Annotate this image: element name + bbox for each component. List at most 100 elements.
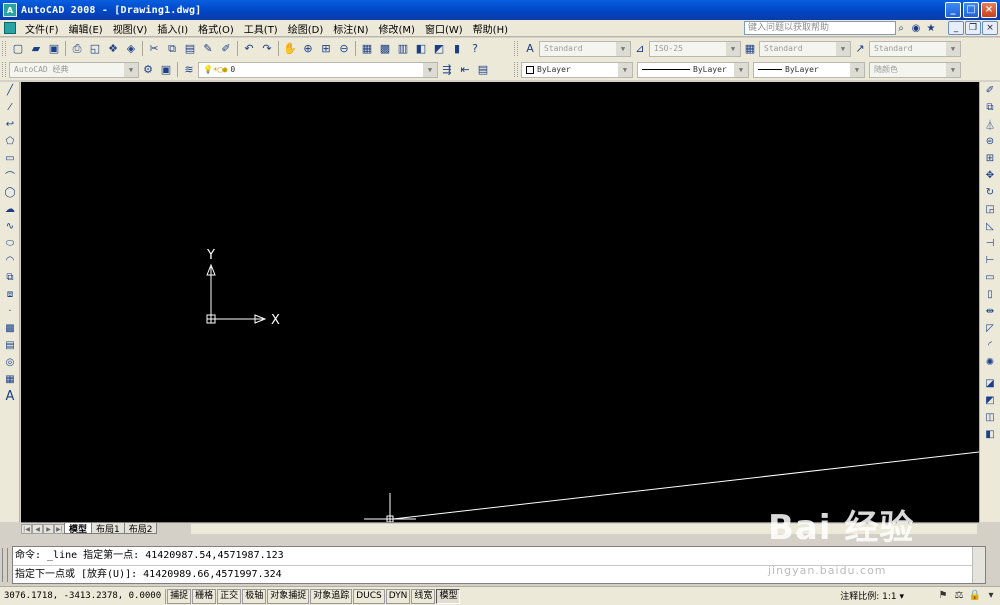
break-icon[interactable]: ▯ (981, 286, 999, 303)
draworder-back-icon[interactable]: ◩ (981, 392, 999, 409)
revision-cloud-icon[interactable]: ☁ (1, 201, 19, 218)
horizontal-scrollbar[interactable] (191, 524, 977, 534)
annotation-scale[interactable]: 注释比例: 1:1 ▾ (840, 589, 904, 602)
doc-close-button[interactable]: × (982, 21, 998, 35)
copy-icon[interactable]: ⧉ (163, 40, 181, 58)
arc-icon[interactable]: ⌒ (1, 167, 19, 184)
polar-toggle[interactable]: 极轴 (242, 588, 267, 604)
block-editor-icon[interactable]: ✐ (217, 40, 235, 58)
otrack-toggle[interactable]: 对象追踪 (310, 588, 353, 604)
trim-icon[interactable]: ⊣ (981, 235, 999, 252)
dim-style-icon[interactable]: ⊿ (631, 40, 649, 58)
make-block-icon[interactable]: ⧈ (1, 286, 19, 303)
ellipse-icon[interactable]: ⬭ (1, 235, 19, 252)
zoom-previous-icon[interactable]: ⊖ (335, 40, 353, 58)
fillet-icon[interactable]: ◜ (981, 337, 999, 354)
menu-format[interactable]: 格式(O) (193, 21, 239, 36)
favorites-icon[interactable]: ★ (924, 21, 938, 35)
drawn-line[interactable] (392, 451, 979, 520)
hatch-icon[interactable]: ▩ (1, 320, 19, 337)
layer-previous-icon[interactable]: ⇤ (456, 61, 474, 79)
redo-icon[interactable]: ↷ (258, 40, 276, 58)
new-icon[interactable]: ▢ (9, 40, 27, 58)
osnap-toggle[interactable]: 对象捕捉 (267, 588, 310, 604)
scale-icon[interactable]: ◲ (981, 201, 999, 218)
communication-center-icon[interactable]: ◉ (909, 21, 923, 35)
plot-preview-icon[interactable]: ◱ (86, 40, 104, 58)
layer-states-icon[interactable]: ▤ (474, 61, 492, 79)
text-style-select[interactable]: Standard ▼ (539, 40, 631, 57)
search-icon[interactable]: ⌕ (894, 21, 908, 35)
plot-icon[interactable]: ⎙ (68, 40, 86, 58)
mirror-icon[interactable]: ⏃ (981, 116, 999, 133)
tab-model[interactable]: 模型 (64, 523, 93, 535)
region-icon[interactable]: ◎ (1, 354, 19, 371)
toolbar-grip[interactable] (2, 62, 6, 77)
help-icon[interactable]: ? (466, 40, 484, 58)
first-tab-arrow-icon[interactable]: |◀ (21, 524, 32, 534)
menu-insert[interactable]: 插入(I) (152, 21, 193, 36)
dyn-toggle[interactable]: DYN (385, 588, 411, 604)
copy-object-icon[interactable]: ⧉ (981, 99, 999, 116)
spline-icon[interactable]: ∿ (1, 218, 19, 235)
doc-minimize-button[interactable]: _ (948, 21, 964, 35)
cut-icon[interactable]: ✂ (145, 40, 163, 58)
publish-icon[interactable]: ❖ (104, 40, 122, 58)
rectangle-icon[interactable]: ▭ (1, 150, 19, 167)
menu-help[interactable]: 帮助(H) (468, 21, 513, 36)
sheet-set-icon[interactable]: ◧ (412, 40, 430, 58)
ducs-toggle[interactable]: DUCS (353, 588, 385, 604)
break-at-point-icon[interactable]: ▭ (981, 269, 999, 286)
draworder-above-icon[interactable]: ◫ (981, 409, 999, 426)
make-object-layer-current-icon[interactable]: ⇶ (438, 61, 456, 79)
menu-window[interactable]: 窗口(W) (420, 21, 468, 36)
toolbar-grip[interactable] (2, 41, 6, 56)
menu-edit[interactable]: 编辑(E) (64, 21, 108, 36)
move-icon[interactable]: ✥ (981, 167, 999, 184)
toolbar-grip[interactable] (514, 41, 518, 56)
array-icon[interactable]: ⊞ (981, 150, 999, 167)
multileader-style-icon[interactable]: ↗ (851, 40, 869, 58)
plot-style-select[interactable]: 随颜色 ▼ (869, 61, 961, 78)
command-history[interactable]: 命令: _line 指定第一点: 41420987.54,4571987.123… (12, 546, 986, 584)
prev-tab-arrow-icon[interactable]: ◀ (32, 524, 43, 534)
extend-icon[interactable]: ⊢ (981, 252, 999, 269)
lineweight-toggle[interactable]: 线宽 (411, 588, 436, 604)
multileader-style-select[interactable]: Standard ▼ (869, 40, 961, 57)
dim-style-select[interactable]: ISO-25 ▼ (649, 40, 741, 57)
construction-line-icon[interactable]: ⁄ (1, 99, 19, 116)
design-center-icon[interactable]: ▩ (376, 40, 394, 58)
markup-icon[interactable]: ◩ (430, 40, 448, 58)
explode-icon[interactable]: ✺ (981, 354, 999, 371)
polygon-icon[interactable]: ⬠ (1, 133, 19, 150)
auto-scale-icon[interactable]: ⚖ (952, 588, 966, 602)
point-icon[interactable]: · (1, 303, 19, 320)
ellipse-arc-icon[interactable]: ◠ (1, 252, 19, 269)
minimize-button[interactable]: _ (945, 2, 961, 18)
annotation-visibility-icon[interactable]: ⚑ (936, 588, 950, 602)
workspace-select[interactable]: AutoCAD 经典 ▼ (9, 61, 139, 78)
match-properties-icon[interactable]: ✎ (199, 40, 217, 58)
menu-view[interactable]: 视图(V) (108, 21, 153, 36)
menu-file[interactable]: 文件(F) (20, 21, 64, 36)
draworder-front-icon[interactable]: ◪ (981, 375, 999, 392)
properties-icon[interactable]: ▦ (358, 40, 376, 58)
pan-icon[interactable]: ✋ (281, 40, 299, 58)
ortho-toggle[interactable]: 正交 (217, 588, 242, 604)
doc-restore-button[interactable]: ❐ (965, 21, 981, 35)
menu-tools[interactable]: 工具(T) (239, 21, 283, 36)
color-select[interactable]: ByLayer ▼ (521, 61, 633, 78)
linetype-select[interactable]: ByLayer ▼ (637, 61, 749, 78)
menu-draw[interactable]: 绘图(D) (283, 21, 329, 36)
lock-icon[interactable]: 🔒 (968, 588, 982, 602)
tab-layout1[interactable]: 布局1 (91, 523, 125, 535)
close-button[interactable]: × (981, 2, 997, 18)
help-search-input[interactable]: 键入问题以获取帮助 (744, 21, 896, 35)
offset-icon[interactable]: ⊜ (981, 133, 999, 150)
next-tab-arrow-icon[interactable]: ▶ (43, 524, 54, 534)
toolbar-grip[interactable] (514, 62, 518, 77)
open-icon[interactable]: ▰ (27, 40, 45, 58)
table-style-select[interactable]: Standard ▼ (759, 40, 851, 57)
save-icon[interactable]: ▣ (45, 40, 63, 58)
multiline-text-icon[interactable]: A (1, 388, 19, 405)
